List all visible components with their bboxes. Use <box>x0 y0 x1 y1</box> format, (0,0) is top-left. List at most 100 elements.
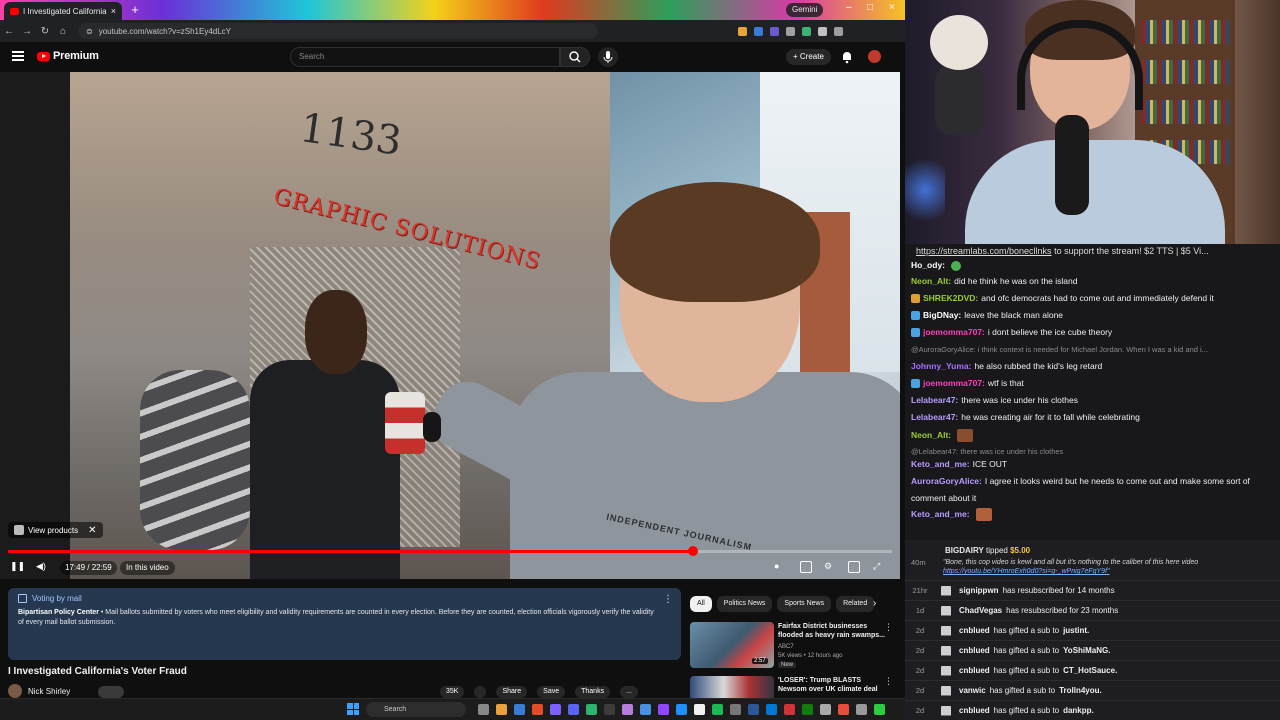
app-icon[interactable] <box>802 704 813 715</box>
video-player[interactable]: 1133 GRAPHIC SOLUTIONS INDEPENDENT JOURN… <box>0 72 900 579</box>
progress-bar[interactable] <box>8 546 892 556</box>
chat-username[interactable]: joemomma707: <box>923 378 985 389</box>
app-icon[interactable] <box>766 704 777 715</box>
forward-icon[interactable]: → <box>18 26 36 37</box>
share-button[interactable]: Share <box>496 686 528 698</box>
create-button[interactable]: + Create <box>786 49 831 65</box>
in-this-video-button[interactable]: In this video <box>120 561 175 575</box>
search-button[interactable] <box>560 47 590 67</box>
new-tab-button[interactable]: + <box>128 3 142 17</box>
recommendation-channel[interactable]: ABC7 <box>778 644 794 650</box>
tab-close-icon[interactable]: × <box>111 6 116 16</box>
chat-username[interactable]: Keto_and_me: <box>911 509 970 520</box>
banner-link[interactable]: https://streamlabs.com/bonecllnks <box>916 246 1052 256</box>
chip-related[interactable]: Related <box>836 596 875 612</box>
site-info-icon[interactable]: ⊜ <box>86 27 93 36</box>
voice-search-button[interactable] <box>598 47 618 67</box>
chat-username[interactable]: Lelabear47: <box>911 412 958 423</box>
home-icon[interactable]: ⌂ <box>54 26 72 37</box>
search-input[interactable]: Search <box>290 47 560 67</box>
app-icon[interactable] <box>784 704 795 715</box>
maximize-button[interactable]: □ <box>867 2 873 13</box>
task-view-icon[interactable] <box>478 704 489 715</box>
recommendation-item[interactable]: 2:57 Fairfax District businesses flooded… <box>690 622 900 672</box>
extension-icon[interactable] <box>802 26 811 36</box>
app-icon[interactable] <box>730 704 741 715</box>
chat-username[interactable]: Neon_Alt: <box>911 430 951 441</box>
chevron-right-icon[interactable]: › <box>873 598 876 609</box>
browser-tab[interactable]: I Investigated California's V × <box>4 2 122 20</box>
app-icon[interactable] <box>820 704 831 715</box>
pause-icon[interactable]: ❚❚ <box>10 561 25 572</box>
settings-gear-icon[interactable]: ⚙ <box>824 561 832 572</box>
subtitles-icon[interactable] <box>800 561 812 573</box>
windows-start-icon[interactable] <box>347 703 359 715</box>
close-window-button[interactable]: × <box>889 2 895 13</box>
account-avatar[interactable] <box>868 50 881 63</box>
info-panel-heading[interactable]: Voting by mail <box>18 594 671 603</box>
chat-username[interactable]: Johnny_Yuma: <box>911 361 971 372</box>
url-field[interactable]: ⊜ youtube.com/watch?v=zSh1Ey4dLcY <box>78 23 598 39</box>
extension-icon[interactable] <box>738 26 747 36</box>
gemini-button[interactable]: Gemini <box>786 3 824 17</box>
extension-icon[interactable] <box>786 26 795 36</box>
back-icon[interactable]: ← <box>0 26 18 37</box>
recommendation-title[interactable]: Fairfax District businesses flooded as h… <box>778 622 886 640</box>
theater-mode-icon[interactable] <box>848 561 860 573</box>
dislike-button[interactable] <box>474 686 487 698</box>
app-icon[interactable] <box>838 704 849 715</box>
chat-username[interactable]: BigDNay: <box>923 310 961 321</box>
edge-icon[interactable] <box>514 704 525 715</box>
chip-sports-news[interactable]: Sports News <box>777 596 832 612</box>
chat-username[interactable]: joemomma707: <box>923 327 985 338</box>
recommendation-item[interactable]: 'LOSER': Trump BLASTS Newsom over UK cli… <box>690 676 900 698</box>
channel-name[interactable]: Nick Shirley <box>28 687 70 696</box>
app-icon[interactable] <box>748 704 759 715</box>
view-products-button[interactable]: View products ✕ <box>8 522 103 538</box>
app-icon[interactable] <box>676 704 687 715</box>
volume-icon[interactable]: ◀) <box>36 561 46 572</box>
chat-username[interactable]: Ho_ody: <box>911 260 945 271</box>
save-button[interactable]: Save <box>537 686 566 698</box>
more-actions-button[interactable]: ... <box>620 686 638 698</box>
chat-username[interactable]: AuroraGoryAlice: <box>911 476 982 487</box>
chat-username[interactable]: SHREK2DVD: <box>923 293 978 304</box>
profile-icon[interactable] <box>834 26 843 36</box>
channel-avatar[interactable] <box>8 684 22 698</box>
app-icon[interactable] <box>694 704 705 715</box>
reload-icon[interactable]: ↻ <box>36 26 54 37</box>
close-icon[interactable]: ✕ <box>88 525 96 536</box>
more-options-icon[interactable]: ⋮ <box>884 676 893 687</box>
more-options-icon[interactable]: ⋮ <box>884 622 893 633</box>
notifications-bell-icon[interactable] <box>840 50 854 64</box>
twitch-icon[interactable] <box>658 704 669 715</box>
chrome-icon[interactable] <box>532 704 543 715</box>
youtube-logo[interactable]: Premium <box>37 50 99 62</box>
taskbar-search[interactable]: Search <box>366 702 466 717</box>
like-button[interactable]: 35K <box>440 686 465 698</box>
thanks-button[interactable]: Thanks <box>575 686 611 698</box>
extensions-puzzle-icon[interactable] <box>818 26 827 36</box>
extension-icon[interactable] <box>770 26 779 36</box>
menu-icon[interactable] <box>12 51 24 61</box>
more-options-icon[interactable]: ⋮ <box>663 594 673 605</box>
extension-icon[interactable] <box>754 26 763 36</box>
app-icon[interactable] <box>874 704 885 715</box>
app-icon[interactable] <box>856 704 867 715</box>
fullscreen-icon[interactable]: ⤢ <box>873 561 880 572</box>
app-icon[interactable] <box>604 704 615 715</box>
tip-message-link[interactable]: https://youtu.be/YHmroExh0d0?si=g-_wPnig… <box>943 568 1110 575</box>
discord-icon[interactable] <box>568 704 579 715</box>
chat-username[interactable]: Lelabear47: <box>911 395 958 406</box>
chat-username[interactable]: Keto_and_me: <box>911 459 970 470</box>
chat-username[interactable]: Neon_Alt: <box>911 276 951 287</box>
spotify-icon[interactable] <box>712 704 723 715</box>
join-button[interactable] <box>98 686 124 698</box>
app-icon[interactable] <box>640 704 651 715</box>
recommendation-thumbnail[interactable] <box>690 676 774 698</box>
minimize-button[interactable]: – <box>846 2 852 13</box>
autoplay-toggle-icon[interactable]: ● <box>774 561 779 571</box>
app-icon[interactable] <box>622 704 633 715</box>
app-icon[interactable] <box>586 704 597 715</box>
chip-politics-news[interactable]: Politics News <box>716 596 773 612</box>
